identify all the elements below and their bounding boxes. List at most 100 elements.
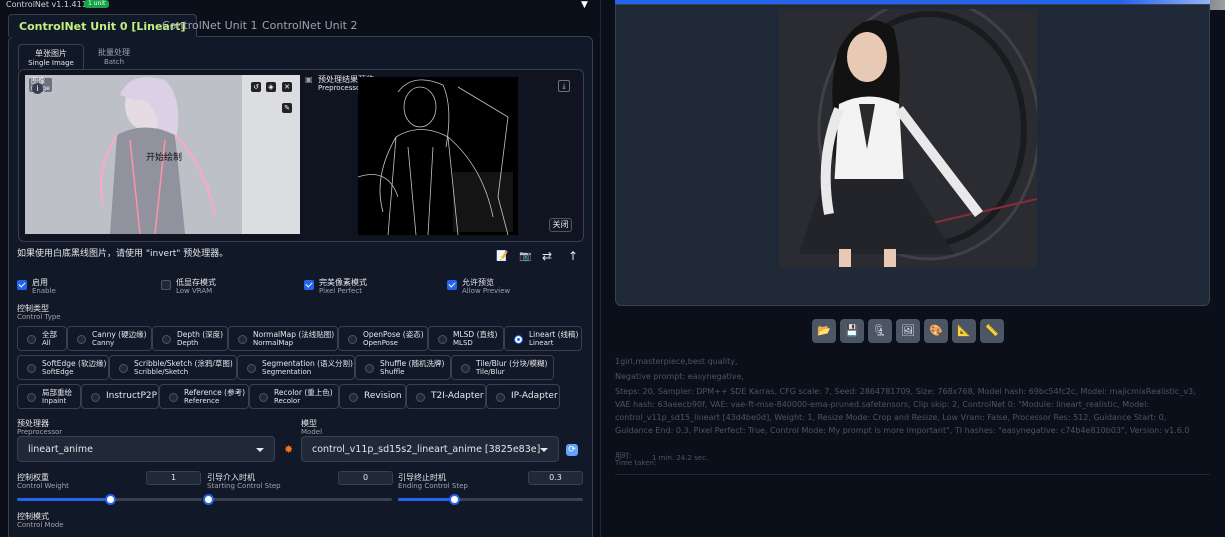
tab-unit-2[interactable]: ControlNet Unit 2 <box>252 14 367 37</box>
input-image-canvas[interactable]: 开始绘制 图像 Image i ↺ ◈ ✕ ✎ <box>25 75 300 234</box>
allow-preview-checkbox[interactable] <box>447 280 457 290</box>
starting-step-label: 引导介入时机 Starting Control Step <box>207 473 281 491</box>
ruler-icon[interactable]: 📏 <box>980 319 1004 343</box>
pixel-perfect-checkbox[interactable] <box>304 280 314 290</box>
radio-dot <box>348 335 357 344</box>
radio-label: 全部 All <box>42 330 57 348</box>
radio-dot <box>496 393 505 402</box>
ending-step-slider[interactable] <box>398 494 583 505</box>
generated-image[interactable] <box>779 9 1037 267</box>
control-type-mlsd[interactable]: MLSD (直线) MLSD <box>428 326 504 351</box>
refresh-icon[interactable]: ⟳ <box>566 444 578 456</box>
close-preview-button[interactable]: 关闭 <box>549 218 572 232</box>
brush-icon[interactable]: ✎ <box>282 103 292 113</box>
control-type-canny[interactable]: Canny (硬边缘) Canny <box>67 326 152 351</box>
tab-label-en: Batch <box>103 58 125 66</box>
prompt-text: 1girl,masterpiece,best quality, <box>615 357 738 366</box>
time-taken-value: 1 min. 24.2 sec. <box>652 454 709 462</box>
model-label: 模型 Model <box>301 419 323 437</box>
low-vram-checkbox[interactable] <box>161 280 171 290</box>
undo-icon[interactable]: ↺ <box>251 82 261 92</box>
palette-icon[interactable]: 🎨 <box>924 319 948 343</box>
control-type-shuffle[interactable]: Shuffle (随机洗牌) Shuffle <box>355 355 451 380</box>
radio-label: Recolor (重上色) Recolor <box>274 388 333 406</box>
control-type-lineart[interactable]: Lineart (线稿) Lineart <box>504 326 582 351</box>
folder-icon[interactable]: 📂 <box>812 319 836 343</box>
radio-dot <box>119 364 128 373</box>
radio-dot <box>461 364 470 373</box>
control-type-t2i-adapter[interactable]: T2I-Adapter <box>406 384 486 409</box>
control-type-depth[interactable]: Depth (深度) Depth <box>152 326 228 351</box>
slider-handle[interactable] <box>203 494 214 505</box>
eraser-icon[interactable]: ◈ <box>266 82 276 92</box>
radio-dot <box>77 335 86 344</box>
radio-label: SoftEdge (软边缘) SoftEdge <box>42 359 107 377</box>
tab-label: 批量处理 <box>98 48 130 57</box>
ending-step-input[interactable]: 0.3 <box>528 471 583 485</box>
generated-image-art <box>779 9 1037 267</box>
slider-fill <box>398 498 454 501</box>
preprocessor-label: 预处理器 Preprocessor <box>17 419 63 437</box>
radio-dot <box>416 393 425 402</box>
info-divider <box>615 474 1210 475</box>
control-weight-input[interactable]: 1 <box>146 471 201 485</box>
preprocessor-select[interactable]: lineart_anime <box>17 436 275 462</box>
control-type-inpaint[interactable]: 局部重绘 Inpaint <box>17 384 81 409</box>
control-type-scribble[interactable]: Scribble/Sketch (涂鸦/草图) Scribble/Sketch <box>109 355 237 380</box>
radio-dot <box>27 364 36 373</box>
slider-handle[interactable] <box>104 494 116 505</box>
collapse-icon[interactable]: ▼ <box>581 0 588 10</box>
save-icon[interactable]: 💾 <box>840 319 864 343</box>
info-icon[interactable]: i <box>32 83 43 94</box>
panel-divider <box>600 0 601 537</box>
time-taken-label: 用时: Time taken: <box>615 453 656 467</box>
control-type-tile-blur[interactable]: Tile/Blur (分块/模糊) Tile/Blur <box>451 355 554 380</box>
radio-label: Revision <box>364 391 402 401</box>
control-type-segmentation[interactable]: Segmentation (语义分割) Segmentation <box>237 355 355 380</box>
radio-dot <box>169 393 178 402</box>
swap-icon[interactable]: ⇄ <box>542 249 552 263</box>
generation-params: Steps: 20, Sampler: DPM++ SDE Karras, CF… <box>615 387 1196 435</box>
zip-icon[interactable]: 🗜 <box>868 319 892 343</box>
control-type-recolor[interactable]: Recolor (重上色) Recolor <box>249 384 339 409</box>
radio-dot <box>162 335 171 344</box>
controlnet-panel: ControlNet v1.1.411 1 unit ▼ ControlNet … <box>0 0 600 537</box>
download-icon[interactable]: ⤓ <box>558 80 570 92</box>
run-preprocessor-icon[interactable]: ✸ <box>284 443 293 456</box>
control-type-softedge[interactable]: SoftEdge (软边缘) SoftEdge <box>17 355 109 380</box>
radio-label: InstructP2P <box>106 391 158 401</box>
control-type-reference[interactable]: Reference (参考) Reference <box>159 384 249 409</box>
radio-label: Lineart (线稿) Lineart <box>529 330 579 348</box>
control-type-openpose[interactable]: OpenPose (姿态) OpenPose <box>338 326 428 351</box>
radio-label: OpenPose (姿态) OpenPose <box>363 330 424 348</box>
control-type-instructp2p[interactable]: InstructP2P <box>81 384 159 409</box>
starting-step-slider[interactable] <box>203 494 392 505</box>
upload-arrow-icon[interactable]: ↑ <box>568 249 578 263</box>
close-icon[interactable]: ✕ <box>282 82 292 92</box>
edit-icon[interactable]: 📝 <box>496 251 508 262</box>
controlnet-title: ControlNet v1.1.411 <box>6 0 87 9</box>
radio-label: Depth (深度) Depth <box>177 330 224 348</box>
radio-dot <box>27 393 36 402</box>
camera-icon[interactable]: 📷 <box>519 251 531 262</box>
tab-batch[interactable]: 批量处理 Batch <box>88 47 140 66</box>
radio-label: IP-Adapter <box>511 391 558 401</box>
tab-single-image[interactable]: 单张图片 Single Image <box>18 44 84 70</box>
radio-label: MLSD (直线) MLSD <box>453 330 498 348</box>
slider-fill <box>17 498 110 501</box>
radio-label: Shuffle (随机洗牌) Shuffle <box>380 359 445 377</box>
control-weight-slider[interactable] <box>17 494 202 505</box>
control-type-all[interactable]: 全部 All <box>17 326 67 351</box>
enable-checkbox[interactable] <box>17 280 27 290</box>
triangle-ruler-icon[interactable]: 📐 <box>952 319 976 343</box>
image-icon[interactable]: 🖼 <box>896 319 920 343</box>
control-type-normalmap[interactable]: NormalMap (法线贴图) NormalMap <box>228 326 338 351</box>
starting-step-input[interactable]: 0 <box>338 471 393 485</box>
control-type-revision[interactable]: Revision <box>339 384 406 409</box>
radio-dot <box>91 393 100 402</box>
slider-handle[interactable] <box>448 494 460 505</box>
control-type-ip-adapter[interactable]: IP-Adapter <box>486 384 560 409</box>
radio-dot <box>438 335 447 344</box>
model-select[interactable]: control_v11p_sd15s2_lineart_anime [3825e… <box>301 436 559 462</box>
tab-unit-1[interactable]: ControlNet Unit 1 <box>152 14 267 37</box>
